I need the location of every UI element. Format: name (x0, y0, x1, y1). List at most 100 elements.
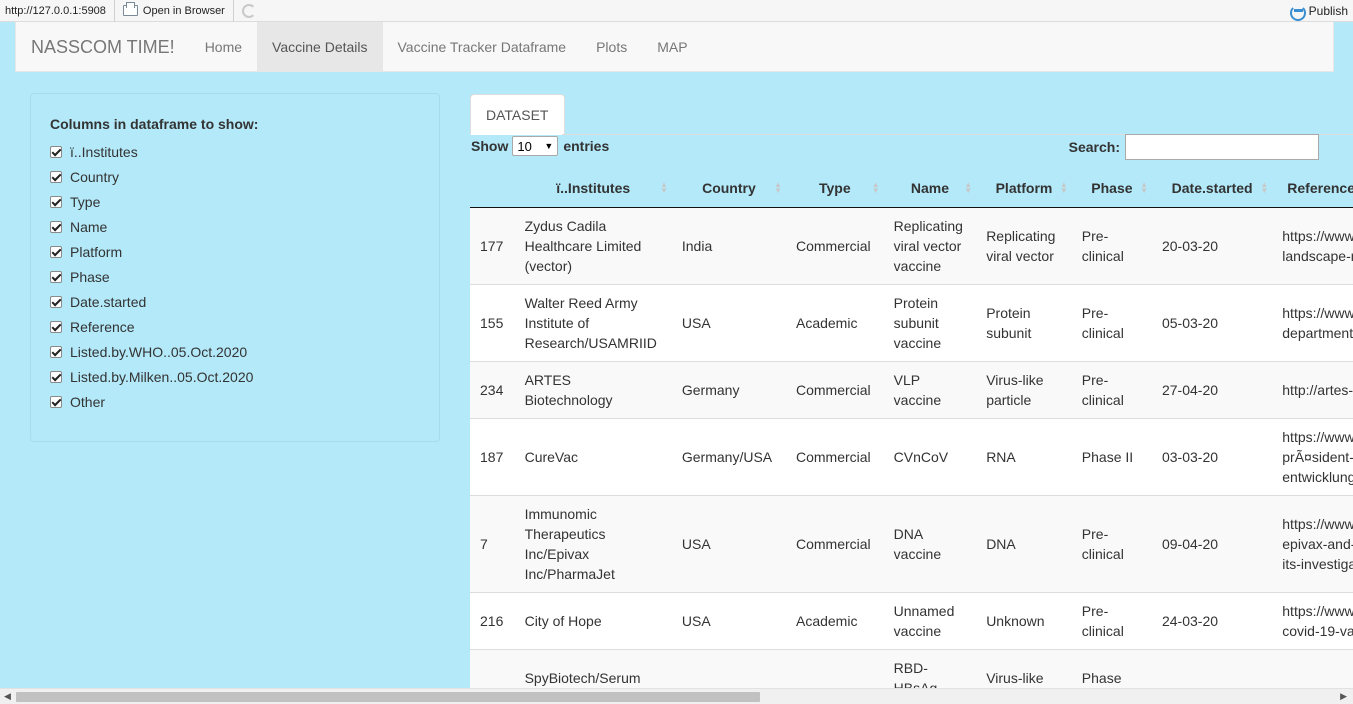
column-header[interactable]: Reference (1272, 170, 1353, 208)
sort-icon[interactable]: ▲ ▼ (660, 181, 668, 195)
scroll-left-icon[interactable]: ◀ (4, 691, 11, 702)
table-cell: Pre-clinical (1071, 283, 1152, 361)
table-row[interactable]: 216 City of Hope USA Academic Unnamed vaccin… (470, 591, 1353, 649)
column-checkbox-row[interactable]: Listed.by.Milken..05.Oct.2020 (50, 364, 420, 389)
publish-icon (1289, 4, 1306, 21)
search-input[interactable] (1125, 134, 1319, 160)
column-checkbox-label: Phase (70, 268, 110, 285)
table-cell: VLP vaccine (883, 360, 977, 418)
sidebar-title: Columns in dataframe to show: (50, 116, 259, 132)
nav-map[interactable]: MAP (642, 22, 702, 71)
table-row[interactable]: 155 Walter Reed Army Institute of Researc… (470, 283, 1353, 361)
sort-icon[interactable]: ▲ ▼ (774, 181, 782, 195)
table-cell: India (671, 206, 786, 284)
table-cell: https://www.im epivax-and-ph its-investiga… (1272, 494, 1353, 592)
column-checkbox-row[interactable]: Type (50, 189, 420, 214)
column-checkbox-label: ï..Institutes (70, 143, 138, 160)
table-cell: DNA (976, 494, 1072, 592)
table-row[interactable]: 187 CureVac Germany/USA Commercial CVnCoV RNA… (470, 417, 1353, 495)
search-label: Search: (1068, 139, 1120, 155)
sort-icon[interactable]: ▲ ▼ (964, 181, 972, 195)
column-header-label: Type (819, 180, 851, 197)
tab-dataset[interactable]: DATASET (470, 94, 565, 135)
column-checkbox-row[interactable]: ï..Institutes (50, 139, 420, 164)
column-header[interactable]: Platform ▲ ▼ (976, 170, 1072, 208)
table-row[interactable]: 177 Zydus Cadila Healthcare Limited (vect… (470, 206, 1353, 284)
table-cell: Pre-clinical (1071, 591, 1152, 649)
column-checkbox-row[interactable]: Listed.by.WHO..05.Oct.2020 (50, 339, 420, 364)
column-header-label: ï..Institutes (556, 180, 631, 197)
publish-button[interactable]: Publish (1289, 0, 1348, 22)
checkbox-checked-icon[interactable] (50, 395, 62, 408)
column-checkbox-label: Reference (70, 318, 135, 335)
checkbox-checked-icon[interactable] (50, 170, 62, 183)
open-in-browser-button[interactable]: Open in Browser (115, 0, 234, 22)
table-body: 177 Zydus Cadila Healthcare Limited (vect… (470, 206, 1353, 688)
length-control: Show 10 ▼ entries (471, 136, 609, 156)
nav-home[interactable]: Home (190, 22, 257, 71)
scroll-right-icon[interactable]: ▶ (1340, 691, 1347, 702)
entries-select[interactable]: 10 ▼ (512, 136, 559, 156)
checkbox-checked-icon[interactable] (50, 270, 62, 283)
column-header[interactable]: ï..Institutes ▲ ▼ (514, 170, 672, 208)
show-label: Show (471, 138, 509, 154)
reference-line: its-investigatio (1282, 555, 1353, 572)
column-checkbox-row[interactable]: Phase (50, 264, 420, 289)
column-header-label: Name (910, 180, 949, 197)
column-checkbox-row[interactable]: Date.started (50, 289, 420, 314)
table-cell: 05-03-20 (1151, 283, 1273, 361)
table-cell: Unnamed vaccine (883, 591, 977, 649)
column-checkbox-row[interactable]: Country (50, 164, 420, 189)
table-row[interactable]: 7 Immunomic Therapeutics Inc/Epivax Inc/P… (470, 494, 1353, 592)
column-checkbox-row[interactable]: Name (50, 214, 420, 239)
open-in-browser-label: Open in Browser (142, 4, 225, 17)
column-checkbox-row[interactable]: Reference (50, 314, 420, 339)
table-cell: CureVac (514, 417, 672, 495)
reference-line: entwicklungsm (1282, 468, 1353, 485)
checkbox-checked-icon[interactable] (50, 195, 62, 208)
table-cell: Phase (1071, 648, 1152, 688)
table-cell: http://artes-bio (1272, 360, 1353, 418)
column-header[interactable]: Country ▲ ▼ (671, 170, 786, 208)
sort-icon[interactable]: ▲ ▼ (1060, 181, 1068, 195)
table-cell: ARTES Biotechnology (514, 360, 672, 418)
column-header[interactable]: Type ▲ ▼ (785, 170, 884, 208)
checkbox-checked-icon[interactable] (50, 345, 62, 358)
checkbox-checked-icon[interactable] (50, 245, 62, 258)
reference-line: department-pr (1282, 324, 1353, 341)
table-row[interactable]: 234 ARTES Biotechnology Germany Commercial V… (470, 360, 1353, 418)
checkbox-checked-icon[interactable] (50, 295, 62, 308)
nav-plots[interactable]: Plots (581, 22, 642, 71)
table-cell: https://www.cit covid-19-vacci (1272, 591, 1353, 649)
table-cell: 234 (470, 360, 515, 418)
column-header-label: Country (702, 180, 756, 197)
table-row[interactable]: SpyBiotech/Serum RBD-HBsAg Virus-like Phase (470, 648, 1353, 688)
column-header[interactable]: Date.started ▲ ▼ (1151, 170, 1273, 208)
column-checkbox-row[interactable]: Other (50, 389, 420, 414)
column-header[interactable]: Phase ▲ ▼ (1071, 170, 1152, 208)
reference-line: https://www.im (1282, 515, 1353, 532)
refresh-icon[interactable] (241, 3, 256, 18)
checkbox-checked-icon[interactable] (50, 320, 62, 333)
checkbox-checked-icon[interactable] (50, 370, 62, 383)
sort-icon[interactable]: ▲ ▼ (1140, 181, 1148, 195)
scrollbar-thumb[interactable] (16, 692, 760, 702)
column-checkbox-row[interactable]: Platform (50, 239, 420, 264)
nav-vaccine-tracker-dataframe[interactable]: Vaccine Tracker Dataframe (383, 22, 582, 71)
table-cell: 155 (470, 283, 515, 361)
navbar: NASSCOM TIME! Home Vaccine Details Vacci… (15, 22, 1334, 72)
column-header-index[interactable] (470, 170, 515, 208)
reference-line: epivax-and-ph (1282, 535, 1353, 552)
sort-icon[interactable]: ▲ ▼ (872, 181, 880, 195)
reference-line: covid-19-vacci (1282, 622, 1353, 639)
checkbox-checked-icon[interactable] (50, 220, 62, 233)
horizontal-scrollbar[interactable]: ◀ ▶ (0, 688, 1353, 704)
sort-icon[interactable]: ▲ ▼ (1260, 181, 1268, 195)
column-header[interactable]: Name ▲ ▼ (883, 170, 977, 208)
table-cell: Commercial (785, 494, 884, 592)
nav-vaccine-details[interactable]: Vaccine Details (257, 22, 383, 71)
navbar-brand[interactable]: NASSCOM TIME! (16, 22, 190, 71)
table-cell: USA (671, 494, 786, 592)
table-cell: Protein subunit (976, 283, 1072, 361)
checkbox-checked-icon[interactable] (50, 145, 62, 158)
